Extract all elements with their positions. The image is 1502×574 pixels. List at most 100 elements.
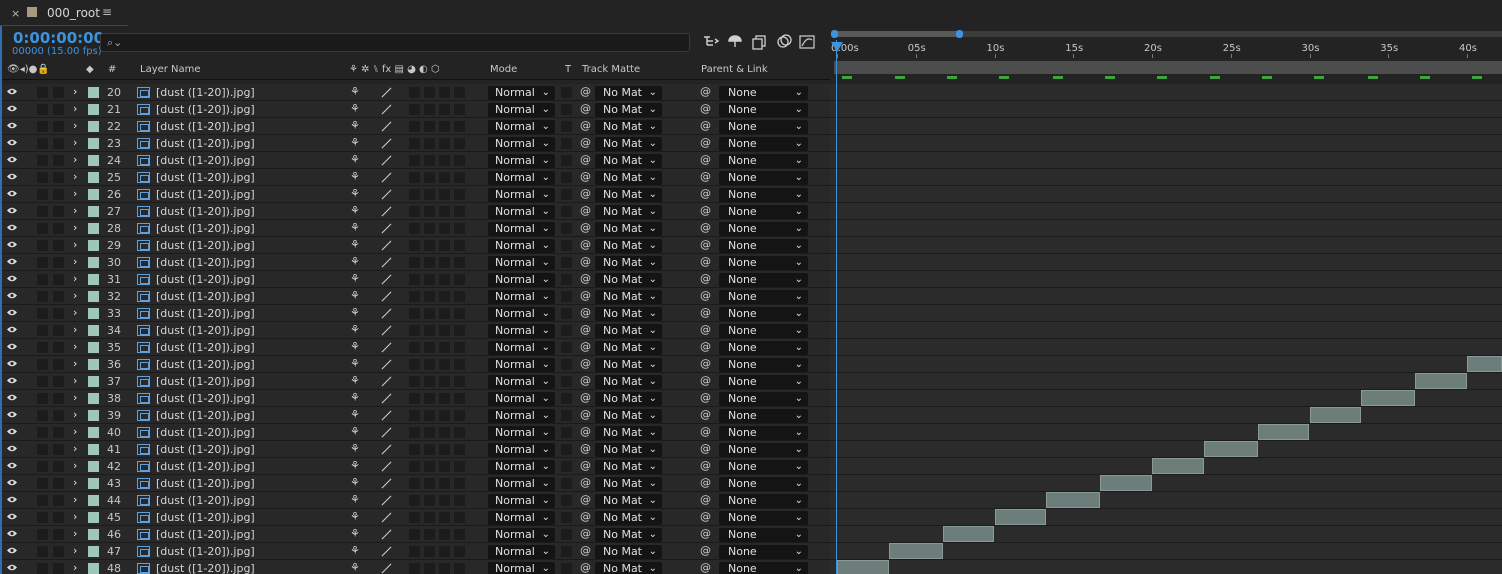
switch-slot[interactable] [424,546,435,557]
parent-pickwhip-icon[interactable]: @ [700,85,711,98]
layer-name[interactable]: [dust ([1-20]).jpg] [156,307,255,320]
switch-slot[interactable] [424,393,435,404]
preserve-transparency-toggle[interactable] [561,546,572,557]
quality-switch-icon[interactable] [381,223,392,234]
switch-slot[interactable] [439,410,450,421]
track-matte-select[interactable]: No Mat ⌄ [595,154,662,168]
audio-toggle[interactable] [37,376,48,387]
eye-icon[interactable] [6,461,18,471]
layer-label-color[interactable] [88,291,99,302]
switch-slot[interactable] [454,257,465,268]
switch-slot[interactable] [439,546,450,557]
parent-pickwhip-icon[interactable]: @ [700,476,711,489]
parent-select[interactable]: None ⌄ [719,86,808,100]
timeline-row[interactable] [830,271,1502,288]
preserve-transparency-toggle[interactable] [561,155,572,166]
switch-slot[interactable] [439,223,450,234]
switch-slot[interactable] [424,257,435,268]
layer-row[interactable]: › 44 [dust ([1-20]).jpg] ⚘ Normal ⌄ @ No … [0,492,830,509]
switch-slot[interactable] [424,376,435,387]
parent-select[interactable]: None ⌄ [719,392,808,406]
switch-slot[interactable] [454,529,465,540]
switch-slot[interactable] [409,257,420,268]
layer-label-color[interactable] [88,376,99,387]
pickwhip-icon[interactable]: @ [580,238,591,251]
parent-select[interactable]: None ⌄ [719,222,808,236]
parent-pickwhip-icon[interactable]: @ [700,510,711,523]
eye-icon[interactable] [6,274,18,284]
track-matte-select[interactable]: No Mat ⌄ [595,460,662,474]
switch-slot[interactable] [454,376,465,387]
expand-chevron-icon[interactable]: › [73,85,77,98]
preserve-transparency-toggle[interactable] [561,478,572,489]
blend-mode-select[interactable]: Normal ⌄ [488,103,555,117]
switch-slot[interactable] [409,138,420,149]
pickwhip-icon[interactable]: @ [580,476,591,489]
preserve-transparency-toggle[interactable] [561,138,572,149]
layer-name[interactable]: [dust ([1-20]).jpg] [156,443,255,456]
layer-row[interactable]: › 37 [dust ([1-20]).jpg] ⚘ Normal ⌄ @ No … [0,373,830,390]
shy-switch-icon[interactable]: ⚘ [350,527,360,540]
lock-toggle[interactable] [53,138,64,149]
pickwhip-icon[interactable]: @ [580,459,591,472]
layer-duration-bar[interactable] [942,526,995,542]
layer-marker[interactable] [1262,76,1273,79]
parent-select[interactable]: None ⌄ [719,477,808,491]
switch-slot[interactable] [409,189,420,200]
switch-slot[interactable] [439,444,450,455]
shy-switch-icon[interactable]: ⚘ [350,136,360,149]
layer-row[interactable]: › 38 [dust ([1-20]).jpg] ⚘ Normal ⌄ @ No … [0,390,830,407]
expand-chevron-icon[interactable]: › [73,255,77,268]
expand-chevron-icon[interactable]: › [73,306,77,319]
audio-toggle[interactable] [37,206,48,217]
eye-icon[interactable] [6,257,18,267]
blend-mode-select[interactable]: Normal ⌄ [488,86,555,100]
track-matte-select[interactable]: No Mat ⌄ [595,86,662,100]
switch-slot[interactable] [409,376,420,387]
shy-switch-icon[interactable]: ⚘ [350,204,360,217]
switch-slot[interactable] [424,223,435,234]
layer-duration-bar[interactable] [1415,373,1467,389]
expand-chevron-icon[interactable]: › [73,357,77,370]
lock-toggle[interactable] [53,257,64,268]
switch-slot[interactable] [454,410,465,421]
blend-mode-select[interactable]: Normal ⌄ [488,154,555,168]
layer-row[interactable]: › 27 [dust ([1-20]).jpg] ⚘ Normal ⌄ @ No … [0,203,830,220]
preserve-transparency-toggle[interactable] [561,325,572,336]
shy-switch-icon[interactable]: ⚘ [350,391,360,404]
parent-select[interactable]: None ⌄ [719,528,808,542]
switch-slot[interactable] [409,104,420,115]
switch-slot[interactable] [424,478,435,489]
parent-select[interactable]: None ⌄ [719,307,808,321]
preserve-transparency-toggle[interactable] [561,291,572,302]
track-matte-select[interactable]: No Mat ⌄ [595,511,662,525]
audio-toggle[interactable] [37,512,48,523]
switch-slot[interactable] [454,189,465,200]
switch-slot[interactable] [439,274,450,285]
eye-icon[interactable] [6,172,18,182]
comp-tab-title[interactable]: 000_root [47,6,100,20]
shy-switch-icon[interactable]: ⚘ [350,153,360,166]
switch-slot[interactable] [409,495,420,506]
pickwhip-icon[interactable]: @ [580,204,591,217]
current-time-display[interactable]: 0:00:00:00 [13,29,104,47]
quality-switch-icon[interactable] [381,529,392,540]
track-matte-select[interactable]: No Mat ⌄ [595,307,662,321]
lock-toggle[interactable] [53,546,64,557]
eye-icon[interactable] [6,563,18,573]
parent-pickwhip-icon[interactable]: @ [700,221,711,234]
audio-toggle[interactable] [37,155,48,166]
track-matte-select[interactable]: No Mat ⌄ [595,188,662,202]
track-matte-select[interactable]: No Mat ⌄ [595,494,662,508]
timeline-row[interactable] [830,169,1502,186]
shy-switch-icon[interactable]: ⚘ [350,323,360,336]
time-ruler[interactable]: 0:00s 05s 10s 15s 20s 25s 30s 35s 40s [830,40,1502,58]
timeline-row[interactable] [830,458,1502,475]
eye-icon[interactable] [6,546,18,556]
expand-chevron-icon[interactable]: › [73,374,77,387]
layer-label-color[interactable] [88,223,99,234]
quality-switch-icon[interactable] [381,206,392,217]
switch-slot[interactable] [409,155,420,166]
switch-slot[interactable] [409,172,420,183]
layer-row[interactable]: › 26 [dust ([1-20]).jpg] ⚘ Normal ⌄ @ No … [0,186,830,203]
